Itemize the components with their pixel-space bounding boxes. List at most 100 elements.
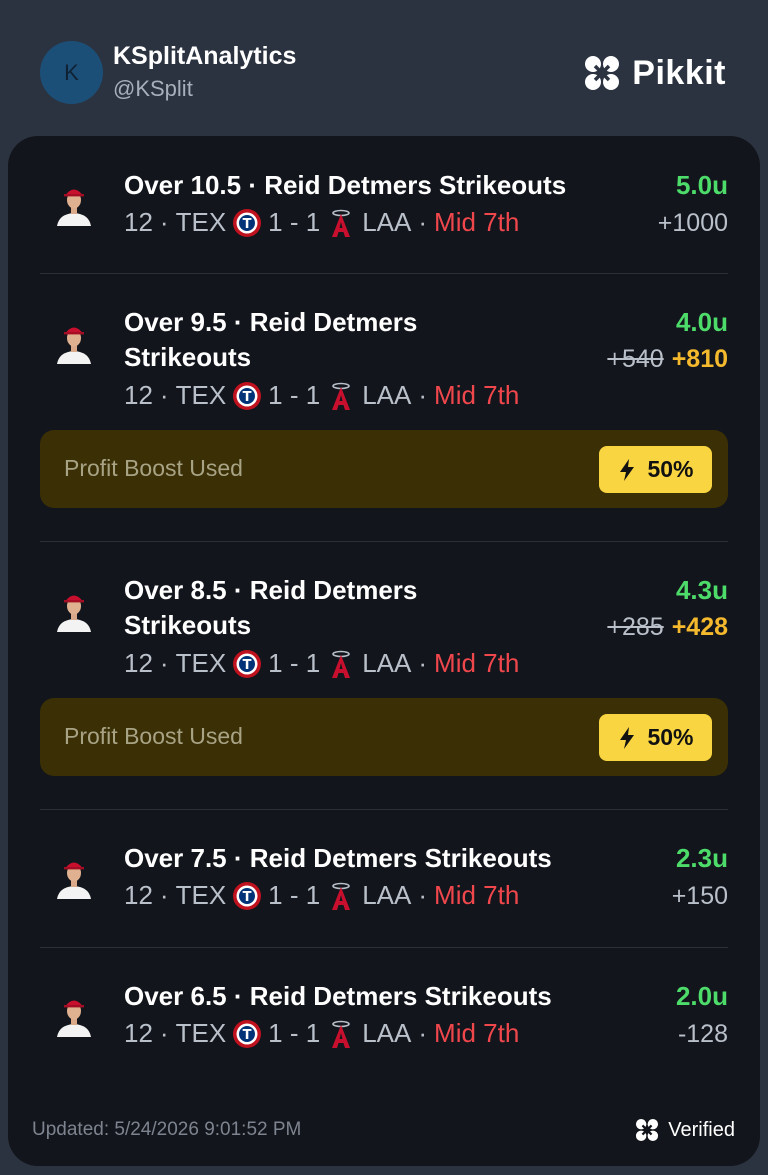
angels-logo-icon <box>332 882 351 910</box>
lightning-bolt-icon <box>620 726 635 749</box>
game-number: 12 <box>124 1018 153 1048</box>
score: 1 - 1 <box>268 380 321 410</box>
angels-logo-icon <box>332 1020 351 1048</box>
game-number: 12 <box>124 207 153 237</box>
live-status: Mid 7th <box>434 648 520 678</box>
player-headshot-icon <box>57 862 91 899</box>
original-odds: +540 <box>607 345 664 373</box>
home-team: LAA <box>362 380 412 410</box>
rangers-logo-icon: T <box>233 649 262 678</box>
profit-boost-banner: Profit Boost Used 50% <box>40 698 728 776</box>
svg-text:T: T <box>243 658 252 673</box>
post-header: K KSplitAnalytics @KSplit Pikkit <box>0 0 768 136</box>
away-team: TEX <box>175 648 227 678</box>
game-info: 12 · TEX T 1 - 1 LAA · Mid 7th <box>124 380 519 411</box>
away-team: TEX <box>175 207 227 237</box>
separator-dot: · <box>159 1018 169 1048</box>
brand: Pikkit <box>582 53 726 93</box>
player-headshot-icon <box>57 1000 91 1037</box>
profit-boost-banner: Profit Boost Used 50% <box>40 430 728 508</box>
game-number: 12 <box>124 648 153 678</box>
separator-dot: · <box>159 207 169 237</box>
svg-text:T: T <box>243 217 252 232</box>
separator-dot: · <box>418 880 428 910</box>
bet-odds: +540 +810 <box>607 345 728 374</box>
separator-dot: · <box>418 648 428 678</box>
game-info: 12 · TEX T 1 - 1 LAA · Mid 7th <box>124 880 519 911</box>
away-team: TEX <box>175 1018 227 1048</box>
live-status: Mid 7th <box>434 880 520 910</box>
profit-boost-label: Profit Boost Used <box>64 723 243 749</box>
separator-dot: · <box>159 648 169 678</box>
bet-title: Over 9.5 · Reid Detmers Strikeouts <box>124 307 418 372</box>
clover-logo-icon <box>585 56 620 90</box>
bet-odds: +150 <box>671 882 728 910</box>
home-team: LAA <box>362 1018 412 1048</box>
boosted-odds: +810 <box>671 345 728 373</box>
svg-text:T: T <box>243 890 252 905</box>
separator-dot: · <box>159 380 169 410</box>
player-headshot-icon <box>57 595 91 632</box>
bet-title: Over 8.5 · Reid Detmers Strikeouts <box>124 575 418 640</box>
home-team: LAA <box>362 207 412 237</box>
boost-badge: 50% <box>599 446 712 493</box>
display-name[interactable]: KSplitAnalytics <box>113 42 296 71</box>
game-info: 12 · TEX T 1 - 1 LAA · Mid 7th <box>124 648 519 679</box>
player-headshot-icon <box>57 327 91 364</box>
avatar[interactable]: K <box>40 41 103 104</box>
bet-title: Over 10.5 · Reid Detmers Strikeouts <box>124 170 567 200</box>
boost-badge: 50% <box>599 714 712 761</box>
game-info: 12 · TEX T 1 - 1 LAA · Mid 7th <box>124 207 519 238</box>
bet-row[interactable]: Over 10.5 · Reid Detmers Strikeouts 12 ·… <box>8 136 760 273</box>
brand-name: Pikkit <box>632 53 726 92</box>
bet-row[interactable]: Over 9.5 · Reid Detmers Strikeouts 12 · … <box>8 274 760 541</box>
angels-logo-icon <box>332 209 351 237</box>
bet-odds: +285 +428 <box>607 613 728 642</box>
bet-units: 2.0u <box>675 981 728 1011</box>
bet-row[interactable]: Over 7.5 · Reid Detmers Strikeouts 12 · … <box>8 810 760 947</box>
away-team: TEX <box>175 880 227 910</box>
updated-timestamp: Updated: 5/24/2026 9:01:52 PM <box>32 1119 302 1140</box>
separator-dot: · <box>418 380 428 410</box>
home-team: LAA <box>362 880 412 910</box>
boost-percent: 50% <box>647 724 694 750</box>
live-status: Mid 7th <box>434 1018 520 1048</box>
rangers-logo-icon: T <box>233 381 262 410</box>
bet-slip-card: Over 10.5 · Reid Detmers Strikeouts 12 ·… <box>8 136 760 1166</box>
home-team: LAA <box>362 648 412 678</box>
game-number: 12 <box>124 380 153 410</box>
live-status: Mid 7th <box>434 380 520 410</box>
bet-units: 2.3u <box>675 843 728 873</box>
rangers-logo-icon: T <box>233 208 262 237</box>
bet-title: Over 6.5 · Reid Detmers Strikeouts <box>124 981 552 1011</box>
bet-title: Over 7.5 · Reid Detmers Strikeouts <box>124 843 552 873</box>
separator-dot: · <box>159 880 169 910</box>
avatar-letter: K <box>64 59 79 85</box>
away-team: TEX <box>175 380 227 410</box>
bet-units: 4.0u <box>675 307 728 337</box>
user-handle[interactable]: @KSplit <box>113 76 193 102</box>
game-number: 12 <box>124 880 153 910</box>
original-odds: +285 <box>607 613 664 641</box>
boost-percent: 50% <box>647 456 694 482</box>
bet-units: 4.3u <box>675 575 728 605</box>
rangers-logo-icon: T <box>233 1019 262 1048</box>
score: 1 - 1 <box>268 207 321 237</box>
bet-row[interactable]: Over 8.5 · Reid Detmers Strikeouts 12 · … <box>8 542 760 809</box>
live-status: Mid 7th <box>434 207 520 237</box>
score: 1 - 1 <box>268 880 321 910</box>
bet-row[interactable]: Over 6.5 · Reid Detmers Strikeouts 12 · … <box>8 948 760 1088</box>
angels-logo-icon <box>332 650 351 678</box>
boosted-odds: +428 <box>671 613 728 641</box>
svg-text:T: T <box>243 1028 252 1043</box>
clover-verified-icon <box>636 1118 659 1142</box>
profit-boost-label: Profit Boost Used <box>64 455 243 481</box>
game-info: 12 · TEX T 1 - 1 LAA · Mid 7th <box>124 1018 519 1049</box>
lightning-bolt-icon <box>620 458 635 481</box>
score: 1 - 1 <box>268 648 321 678</box>
player-headshot-icon <box>57 189 91 226</box>
score: 1 - 1 <box>268 1018 321 1048</box>
verified-badge[interactable]: Verified <box>634 1117 735 1143</box>
svg-text:T: T <box>243 390 252 405</box>
rangers-logo-icon: T <box>233 881 262 910</box>
